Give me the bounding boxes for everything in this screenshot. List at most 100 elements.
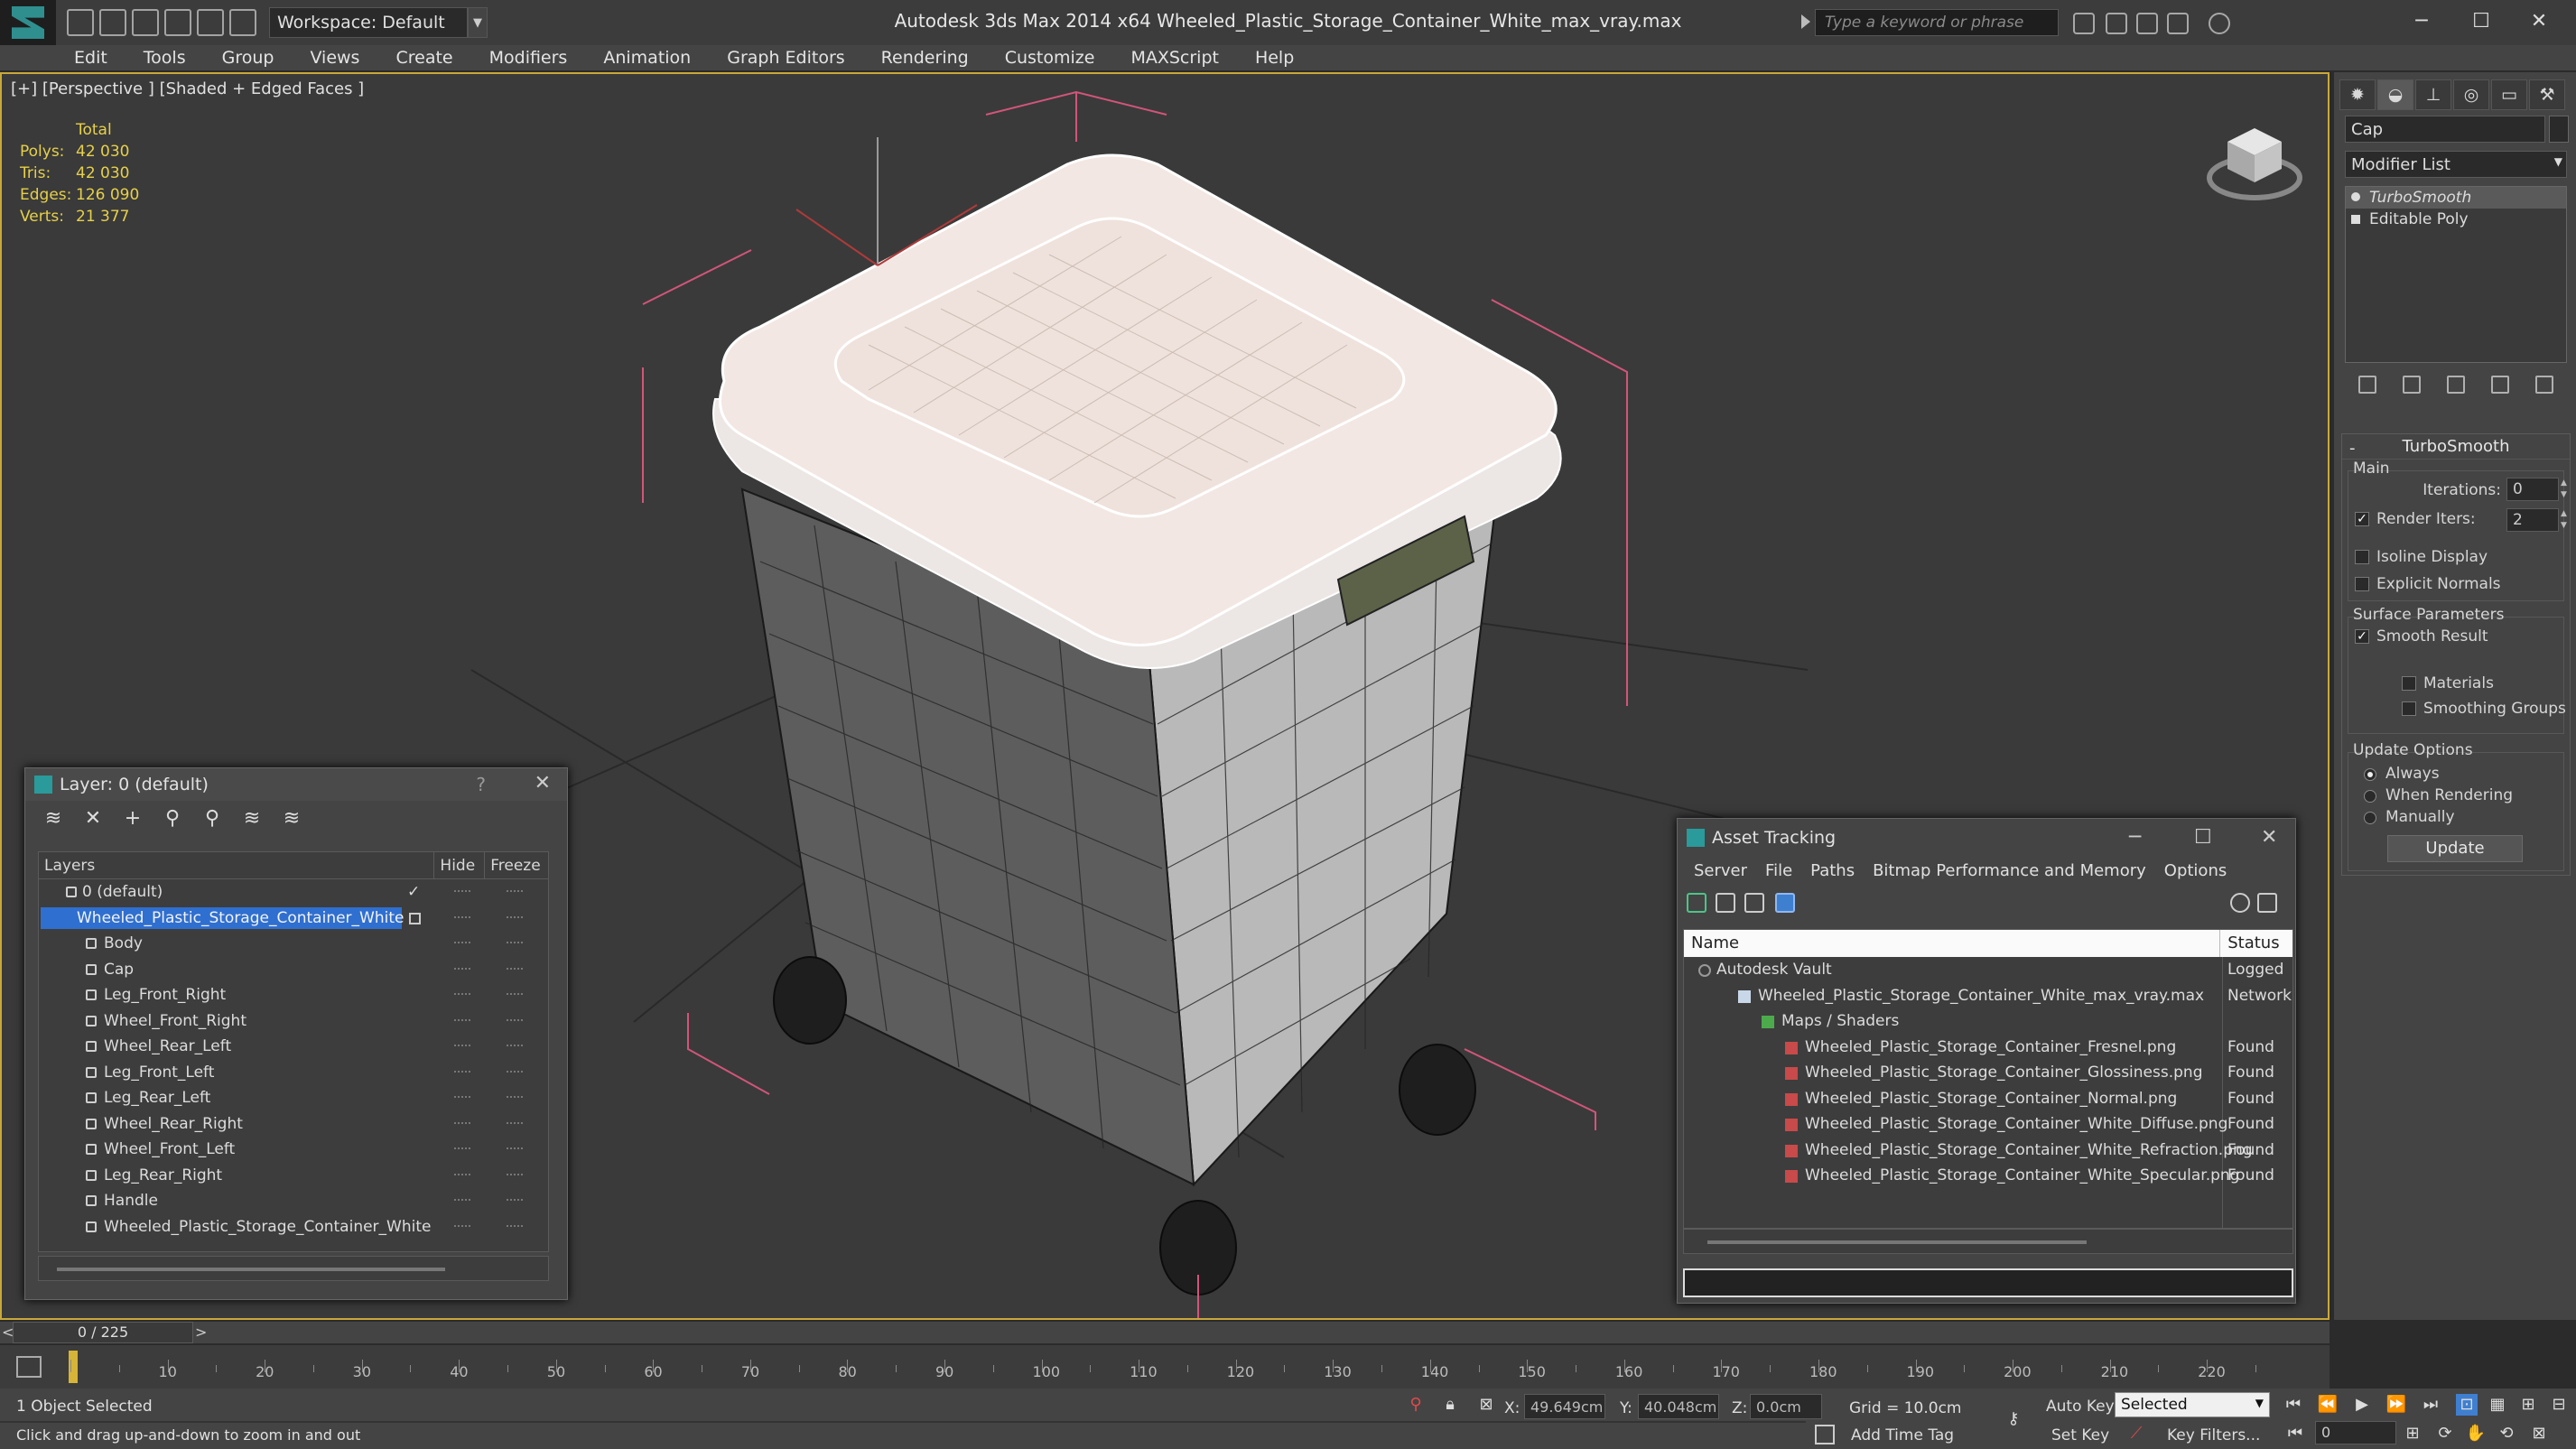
auto-key-button[interactable]: Auto Key — [2046, 1398, 2115, 1416]
asset-row[interactable]: Wheeled_Plastic_Storage_Container_White_… — [1684, 1138, 2292, 1164]
menu-help[interactable]: Help — [1237, 48, 1312, 68]
horizontal-scrollbar[interactable] — [1683, 1229, 2293, 1254]
column-status[interactable]: Status — [2220, 930, 2292, 957]
field-of-view-icon[interactable]: ⊞ — [2517, 1394, 2539, 1416]
save-file-icon[interactable] — [132, 9, 159, 36]
lock-selection-icon[interactable]: 🔒︎ — [1439, 1394, 1461, 1416]
explicit-normals-checkbox[interactable] — [2355, 577, 2369, 591]
asset-row[interactable]: Wheeled_Plastic_Storage_Container_White_… — [1684, 1111, 2292, 1138]
smoothing-groups-checkbox[interactable] — [2402, 701, 2416, 716]
menu-animation[interactable]: Animation — [585, 48, 709, 68]
dialog-title-bar[interactable]: Asset Tracking ─ ☐ ✕ — [1678, 819, 2295, 857]
menu-customize[interactable]: Customize — [987, 48, 1113, 68]
hide-toggle[interactable] — [454, 1121, 470, 1124]
object-row[interactable]: Handle — [39, 1188, 548, 1214]
time-slider-thumb[interactable]: 0 / 225 — [13, 1322, 193, 1343]
close-button[interactable]: ✕ — [2519, 5, 2559, 38]
utilities-tab-icon[interactable]: ⚒ — [2529, 79, 2565, 110]
maximize-button[interactable]: ☐ — [2194, 826, 2212, 849]
object-row[interactable]: Body — [39, 931, 548, 957]
new-file-icon[interactable] — [67, 9, 94, 36]
key-filters-button[interactable]: Key Filters... — [2167, 1426, 2260, 1444]
select-objects-icon[interactable]: ⚲ — [163, 809, 182, 829]
search-input[interactable]: Type a keyword or phrase — [1815, 9, 2059, 36]
hide-toggle[interactable] — [454, 1199, 470, 1201]
isoline-checkbox[interactable] — [2355, 550, 2369, 564]
hide-toggle[interactable] — [454, 967, 470, 970]
materials-checkbox[interactable] — [2402, 676, 2416, 691]
next-frame-button[interactable]: > — [195, 1324, 207, 1341]
object-name-field[interactable]: Cap — [2345, 116, 2545, 143]
delete-layer-icon[interactable]: ✕ — [83, 809, 103, 829]
asset-row[interactable]: Wheeled_Plastic_Storage_Container_Normal… — [1684, 1086, 2292, 1112]
object-row[interactable]: Leg_Rear_Left — [39, 1085, 548, 1111]
iterations-input[interactable]: 0 — [2506, 478, 2559, 501]
layer-row[interactable]: 0 (default) ✓ — [39, 879, 548, 906]
app-menu-button[interactable] — [0, 0, 56, 45]
hide-toggle[interactable] — [454, 1224, 470, 1227]
hide-toggle[interactable] — [454, 1018, 470, 1021]
project-folder-icon[interactable] — [229, 9, 256, 36]
add-to-layer-icon[interactable]: + — [123, 809, 143, 829]
freeze-toggle[interactable] — [507, 993, 523, 995]
rollout-header[interactable]: - TurboSmooth — [2342, 434, 2570, 460]
menu-modifiers[interactable]: Modifiers — [471, 48, 586, 68]
close-button[interactable]: ✕ — [535, 772, 551, 794]
freeze-toggle[interactable] — [507, 1199, 523, 1201]
hide-toggle[interactable] — [454, 1070, 470, 1073]
make-unique-icon[interactable] — [2446, 376, 2465, 394]
next-frame-icon[interactable]: ⏩ — [2385, 1394, 2407, 1416]
absolute-mode-icon[interactable]: ⊠ — [1475, 1394, 1497, 1416]
expand-arrow-icon[interactable] — [1801, 14, 1810, 29]
hide-toggle[interactable] — [454, 890, 470, 892]
hide-toggle[interactable] — [454, 942, 470, 943]
zoom-extents-icon[interactable]: ⊡ — [2456, 1394, 2478, 1416]
spinner-icon[interactable]: ▲ ▼ — [2561, 478, 2570, 501]
motion-tab-icon[interactable]: ◎ — [2453, 79, 2489, 110]
asset-row[interactable]: Autodesk Vault Logged — [1684, 957, 2292, 983]
freeze-toggle[interactable] — [507, 890, 523, 892]
maximize-toggle-icon[interactable]: ⊠ — [2528, 1423, 2550, 1444]
lightbulb-icon[interactable] — [2351, 192, 2360, 201]
viewport-label[interactable]: [+] [Perspective ] [Shaded + Edged Faces… — [11, 79, 364, 98]
remove-modifier-icon[interactable] — [2491, 376, 2510, 394]
when-rendering-radio[interactable] — [2364, 790, 2376, 803]
time-slider[interactable]: < 0 / 225 > — [0, 1322, 2330, 1343]
menu-group[interactable]: Group — [204, 48, 293, 68]
x-coordinate-input[interactable]: 49.649cm — [1524, 1394, 1605, 1419]
freeze-toggle[interactable] — [507, 1018, 523, 1021]
track-bar[interactable]: 10 20 30 40 50 60 70 80 90 100 110 120 130 140 150 160 1… — [0, 1345, 2330, 1389]
undo-icon[interactable] — [164, 9, 191, 36]
y-coordinate-input[interactable]: 40.048cm — [1638, 1394, 1719, 1419]
list-view-icon[interactable] — [1716, 893, 1735, 913]
menu-options[interactable]: Options — [2155, 861, 2236, 880]
scrollbar-thumb[interactable] — [1707, 1240, 2087, 1244]
freeze-toggle[interactable] — [507, 1096, 523, 1098]
menu-tools[interactable]: Tools — [126, 48, 204, 68]
binoculars-icon[interactable] — [2073, 13, 2095, 34]
asset-row[interactable]: Maps / Shaders — [1684, 1008, 2292, 1035]
object-row[interactable]: Wheeled_Plastic_Storage_Container_White — [39, 1214, 548, 1240]
previous-frame-icon[interactable]: ⏪ — [2317, 1394, 2339, 1416]
freeze-toggle[interactable] — [507, 1147, 523, 1149]
minimize-button[interactable]: ─ — [2129, 826, 2141, 849]
layer-row[interactable]: Wheeled_Plastic_Storage_Container_White — [39, 906, 548, 932]
display-tab-icon[interactable]: ▭ — [2491, 79, 2527, 110]
subscription-icon[interactable] — [2106, 13, 2127, 34]
column-hide[interactable]: Hide — [434, 852, 486, 878]
render-iters-checkbox[interactable]: ✓ — [2355, 512, 2369, 526]
maximize-button[interactable]: ☐ — [2461, 5, 2501, 38]
show-end-result-icon[interactable] — [2402, 376, 2421, 394]
object-row[interactable]: Leg_Front_Left — [39, 1060, 548, 1086]
object-row[interactable]: Leg_Front_Right — [39, 982, 548, 1008]
tree-view-icon[interactable] — [1744, 893, 1764, 913]
configure-sets-icon[interactable] — [2535, 376, 2554, 394]
frame-ruler[interactable]: 10 20 30 40 50 60 70 80 90 100 110 120 130 140 150 160 1… — [70, 1345, 2256, 1389]
stack-item-editable-poly[interactable]: Editable Poly — [2346, 209, 2566, 230]
stack-item-turbosmooth[interactable]: TurboSmooth — [2346, 187, 2566, 209]
isolate-icon[interactable]: ⚲ — [1405, 1394, 1427, 1416]
redo-icon[interactable] — [197, 9, 224, 36]
pin-stack-icon[interactable] — [2357, 376, 2376, 394]
hide-toggle[interactable] — [454, 1045, 470, 1046]
viewcube-icon[interactable] — [2205, 115, 2304, 214]
